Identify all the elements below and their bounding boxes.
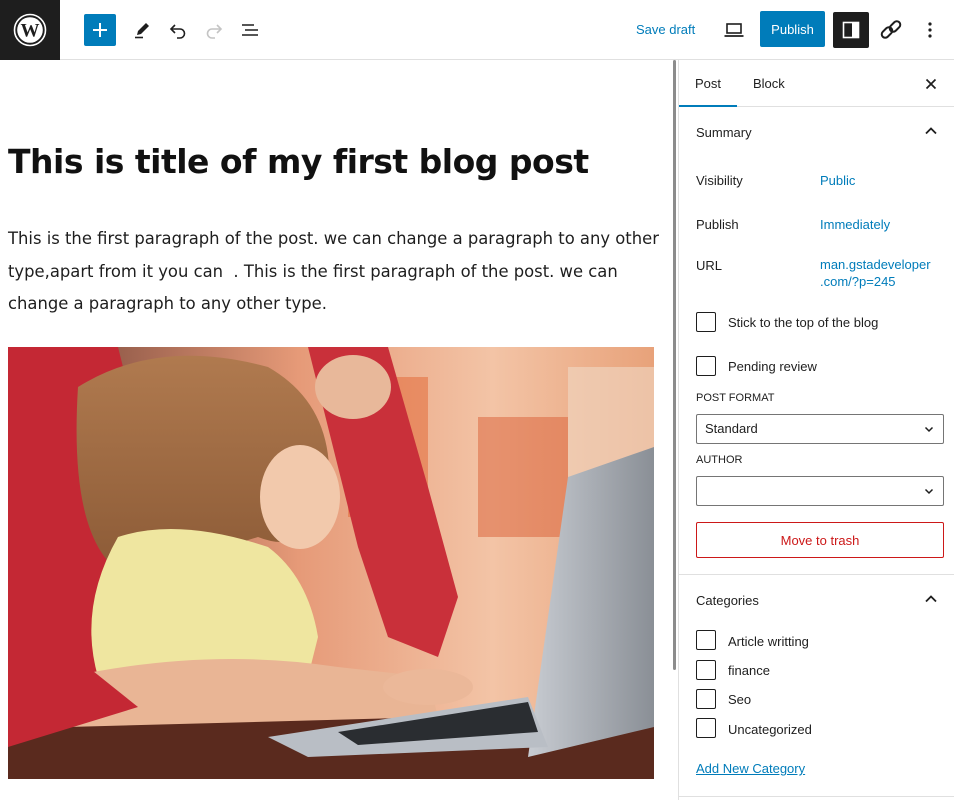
wordpress-icon: W — [13, 13, 47, 47]
url-label: URL — [696, 258, 723, 273]
image-placeholder — [8, 347, 654, 779]
chevron-down-icon — [924, 426, 934, 433]
redo-icon — [206, 24, 223, 39]
list-view-button[interactable] — [236, 16, 264, 44]
more-options-button[interactable] — [918, 16, 942, 44]
sidebar-tabs: Post Block — [679, 60, 954, 107]
publish-label: Publish — [696, 217, 739, 232]
summary-panel-title[interactable]: Summary — [696, 125, 752, 140]
list-view-icon — [242, 24, 258, 36]
author-label: AUTHOR — [696, 454, 743, 466]
visibility-label: Visibility — [696, 173, 743, 188]
category-label[interactable]: Seo — [728, 692, 751, 707]
tools-button[interactable] — [128, 16, 156, 44]
settings-toggle-button[interactable] — [833, 12, 869, 48]
post-title[interactable]: This is title of my first blog post — [8, 142, 658, 182]
category-checkbox-finance[interactable] — [696, 660, 716, 680]
category-checkbox-uncategorized[interactable] — [696, 718, 716, 738]
add-new-category-link[interactable]: Add New Category — [696, 761, 805, 776]
tab-post[interactable]: Post — [679, 60, 737, 107]
chevron-down-icon — [924, 488, 934, 495]
close-icon — [925, 78, 937, 90]
undo-icon — [169, 24, 186, 39]
add-block-button[interactable] — [84, 14, 116, 46]
paragraph-block[interactable]: This is the first paragraph of the post.… — [8, 223, 670, 321]
publish-value-link[interactable]: Immediately — [820, 216, 890, 233]
more-options-icon — [928, 22, 932, 38]
post-format-select[interactable]: Standard — [696, 414, 944, 444]
pencil-icon — [135, 23, 149, 39]
settings-sidebar: Post Block Summary Visibility Public Pub… — [678, 60, 954, 800]
save-draft-button[interactable]: Save draft — [630, 18, 701, 42]
image-block[interactable] — [8, 347, 654, 779]
visibility-value-link[interactable]: Public — [820, 172, 855, 189]
preview-icon — [724, 23, 744, 37]
preview-button[interactable] — [720, 16, 748, 44]
plus-icon — [93, 23, 107, 37]
sidebar-toggle-icon — [842, 21, 860, 39]
tab-block[interactable]: Block — [737, 60, 801, 107]
close-sidebar-button[interactable] — [921, 74, 941, 94]
redo-button[interactable] — [200, 16, 228, 44]
category-checkbox-article-writting[interactable] — [696, 630, 716, 650]
pending-review-label[interactable]: Pending review — [728, 359, 817, 374]
svg-text:W: W — [21, 21, 40, 42]
link-button[interactable] — [877, 16, 905, 44]
pending-review-checkbox[interactable] — [696, 356, 716, 376]
chevron-up-icon[interactable] — [923, 591, 939, 607]
panel-divider — [679, 574, 954, 575]
link-icon — [880, 20, 902, 39]
url-value-line1: man.gstadeveloper — [820, 257, 931, 272]
stick-to-top-label[interactable]: Stick to the top of the blog — [728, 315, 878, 330]
post-format-label: POST FORMAT — [696, 392, 775, 404]
categories-panel-title[interactable]: Categories — [696, 593, 759, 608]
url-value-link[interactable]: man.gstadeveloper .com/?p=245 — [820, 256, 931, 290]
category-checkbox-seo[interactable] — [696, 689, 716, 709]
wordpress-logo-button[interactable]: W — [0, 0, 60, 60]
category-label[interactable]: finance — [728, 663, 770, 678]
editor-canvas: This is title of my first blog post This… — [0, 60, 670, 800]
stick-to-top-checkbox[interactable] — [696, 312, 716, 332]
post-format-value: Standard — [705, 421, 758, 436]
chevron-up-icon[interactable] — [923, 123, 939, 139]
author-select[interactable] — [696, 476, 944, 506]
editor-toolbar: W Save draft Publish — [0, 0, 954, 60]
url-value-line2: .com/?p=245 — [820, 274, 896, 289]
category-label[interactable]: Uncategorized — [728, 722, 812, 737]
panel-divider — [679, 796, 954, 797]
undo-button[interactable] — [164, 16, 192, 44]
move-to-trash-button[interactable]: Move to trash — [696, 522, 944, 558]
editor-scrollbar[interactable] — [673, 60, 676, 670]
publish-button[interactable]: Publish — [760, 11, 825, 47]
category-label[interactable]: Article writting — [728, 634, 809, 649]
